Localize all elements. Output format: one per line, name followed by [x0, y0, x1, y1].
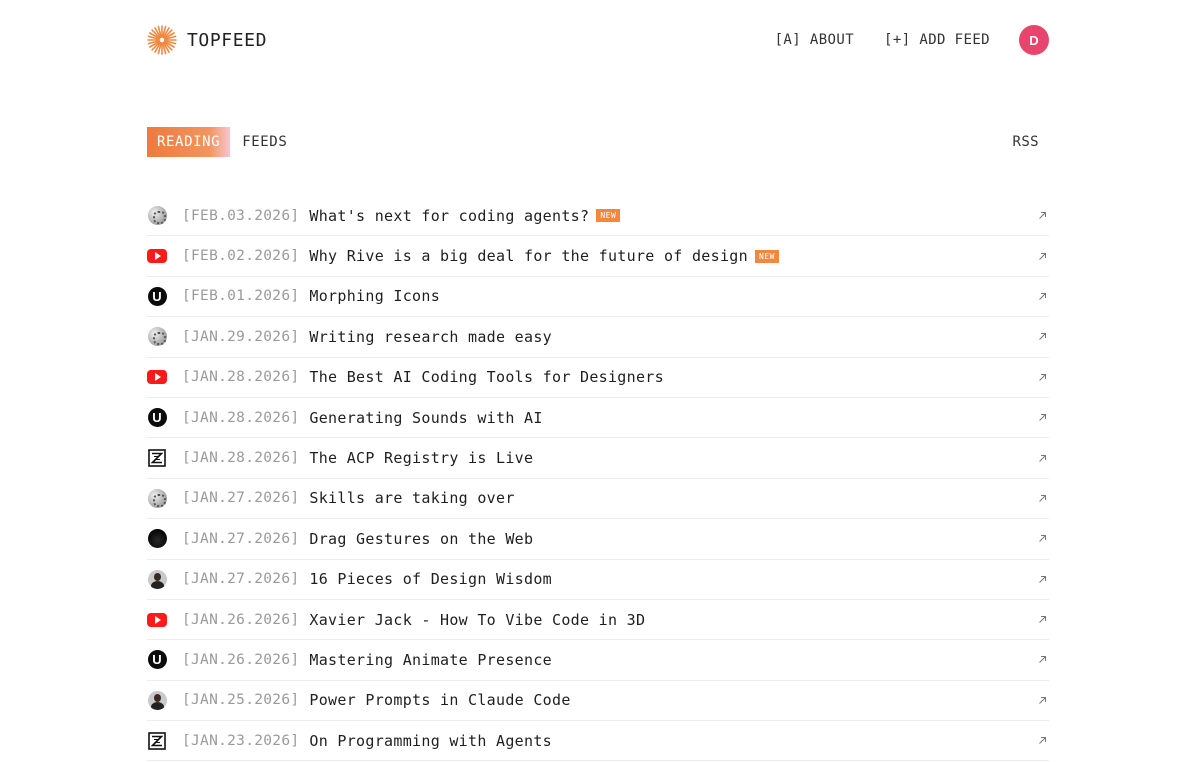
logo[interactable]: TOPFEED [147, 25, 267, 55]
external-link-arrow-icon[interactable] [1038, 615, 1047, 624]
feed-item[interactable]: [JAN.29.2026] Writing research made easy [147, 317, 1049, 358]
item-title[interactable]: Morphing Icons [309, 287, 440, 305]
item-date: [JAN.26.2026] [182, 651, 300, 668]
item-date: [JAN.23.2026] [182, 732, 300, 749]
feed-item[interactable]: [JAN.25.2026] Power Prompts in Claude Cod… [147, 681, 1049, 722]
user-avatar[interactable]: D [1019, 25, 1049, 55]
tab-feeds[interactable]: FEEDS [230, 127, 297, 157]
item-title[interactable]: Xavier Jack - How To Vibe Code in 3D [309, 611, 645, 629]
rss-link[interactable]: RSS [1013, 134, 1040, 150]
zed-icon [147, 731, 167, 751]
blob-icon [147, 488, 167, 508]
feed-item[interactable]: [FEB.03.2026] What's next for coding agen… [147, 196, 1049, 237]
feed-item[interactable]: [JAN.28.2026] The Best AI Coding Tools fo… [147, 358, 1049, 398]
tab-reading[interactable]: READING [147, 127, 231, 157]
blob-icon [147, 206, 167, 226]
item-date: [JAN.25.2026] [182, 692, 300, 709]
person-avatar-icon [147, 690, 167, 710]
item-date: [JAN.27.2026] [182, 530, 300, 547]
item-date: [FEB.01.2026] [182, 288, 300, 305]
external-link-arrow-icon[interactable] [1038, 252, 1047, 261]
feed-item[interactable]: [JAN.23.2026] On Programming with Agents [147, 721, 1049, 762]
dark-circle-icon [147, 529, 167, 549]
item-title[interactable]: On Programming with Agents [309, 732, 552, 750]
item-date: [FEB.03.2026] [182, 207, 300, 224]
new-badge: NEW [754, 249, 779, 263]
item-title[interactable]: The Best AI Coding Tools for Designers [309, 368, 664, 386]
item-title[interactable]: Power Prompts in Claude Code [309, 691, 570, 709]
external-link-arrow-icon[interactable] [1038, 211, 1047, 220]
item-title[interactable]: Drag Gestures on the Web [309, 530, 533, 548]
sunburst-logo-icon [147, 25, 177, 55]
feed-item[interactable]: U [FEB.01.2026] Morphing Icons [147, 277, 1049, 318]
item-title[interactable]: Writing research made easy [309, 328, 552, 346]
item-date: [JAN.28.2026] [182, 369, 300, 386]
external-link-arrow-icon[interactable] [1038, 736, 1047, 745]
logo-text: TOPFEED [187, 29, 268, 51]
external-link-arrow-icon[interactable] [1038, 373, 1047, 382]
youtube-icon [147, 246, 167, 266]
item-date: [JAN.26.2026] [182, 611, 300, 628]
external-link-arrow-icon[interactable] [1038, 413, 1047, 422]
new-badge: NEW [596, 209, 621, 223]
feed-item[interactable]: [JAN.27.2026] Drag Gestures on the Web [147, 519, 1049, 560]
external-link-arrow-icon[interactable] [1038, 292, 1047, 301]
feed-item[interactable]: [JAN.27.2026] Skills are taking over [147, 479, 1049, 520]
zed-icon [147, 448, 167, 468]
add-feed-link[interactable]: [+] ADD FEED [884, 32, 990, 48]
view-tabs: READING FEEDS RSS [147, 127, 1049, 157]
item-title[interactable]: Mastering Animate Presence [309, 651, 552, 669]
item-date: [JAN.28.2026] [182, 409, 300, 426]
item-date: [JAN.29.2026] [182, 328, 300, 345]
item-date: [JAN.27.2026] [182, 490, 300, 507]
u-icon: U [147, 650, 167, 670]
external-link-arrow-icon[interactable] [1038, 575, 1047, 584]
item-date: [FEB.02.2026] [182, 248, 300, 265]
item-title[interactable]: Skills are taking over [309, 489, 514, 507]
item-title[interactable]: Why Rive is a big deal for the future of… [309, 247, 748, 265]
u-icon: U [147, 286, 167, 306]
external-link-arrow-icon[interactable] [1038, 494, 1047, 503]
external-link-arrow-icon[interactable] [1038, 454, 1047, 463]
youtube-icon [147, 367, 167, 387]
feed-item[interactable]: [JAN.28.2026] The ACP Registry is Live [147, 438, 1049, 479]
item-date: [JAN.28.2026] [182, 450, 300, 467]
external-link-arrow-icon[interactable] [1038, 655, 1047, 664]
item-date: [JAN.27.2026] [182, 571, 300, 588]
item-title[interactable]: 16 Pieces of Design Wisdom [309, 570, 552, 588]
top-nav: [A] ABOUT [+] ADD FEED D [775, 25, 1049, 55]
feed-item[interactable]: [JAN.27.2026] 16 Pieces of Design Wisdom [147, 560, 1049, 600]
external-link-arrow-icon[interactable] [1038, 534, 1047, 543]
item-title[interactable]: Generating Sounds with AI [309, 409, 542, 427]
u-icon: U [147, 408, 167, 428]
external-link-arrow-icon[interactable] [1038, 696, 1047, 705]
avatar-letter: D [1029, 32, 1039, 48]
feed-item[interactable]: [JAN.26.2026] Xavier Jack - How To Vibe C… [147, 600, 1049, 641]
header: TOPFEED [A] ABOUT [+] ADD FEED D [147, 23, 1049, 57]
youtube-icon [147, 610, 167, 630]
blob-icon [147, 327, 167, 347]
item-title[interactable]: The ACP Registry is Live [309, 449, 533, 467]
person-avatar-icon [147, 569, 167, 589]
feed-list: [FEB.03.2026] What's next for coding agen… [147, 196, 1049, 762]
item-title[interactable]: What's next for coding agents? [309, 207, 589, 225]
external-link-arrow-icon[interactable] [1038, 332, 1047, 341]
feed-item[interactable]: U [JAN.26.2026] Mastering Animate Presence [147, 640, 1049, 681]
feed-item[interactable]: [FEB.02.2026] Why Rive is a big deal for … [147, 236, 1049, 277]
about-link[interactable]: [A] ABOUT [775, 32, 854, 48]
feed-item[interactable]: U [JAN.28.2026] Generating Sounds with AI [147, 398, 1049, 439]
